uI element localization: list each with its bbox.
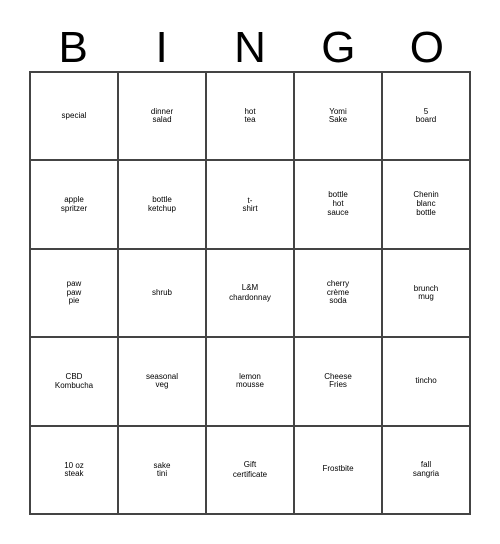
bingo-cell-label: fall sangria [412, 460, 440, 478]
bingo-cell[interactable]: CBD Kombucha [31, 338, 119, 427]
bingo-cell[interactable]: Chenin blanc bottle [383, 161, 471, 250]
bingo-cell-label: dinner salad [150, 106, 174, 125]
bingo-cell[interactable]: L&M chardonnay [207, 249, 295, 339]
bingo-cell[interactable]: seasonal veg [119, 338, 207, 427]
bingo-cell[interactable]: bottle hot sauce [295, 161, 383, 250]
bingo-card: B I N G O special dinner salad hot tea Yomi… [0, 0, 500, 544]
bingo-cell[interactable]: paw paw pie [31, 249, 119, 339]
bingo-cell-label: Chenin blanc bottle [413, 190, 439, 217]
bingo-cell-label: CBD Kombucha [54, 371, 94, 391]
bingo-cell-label: hot tea [244, 107, 256, 125]
bingo-cell[interactable]: 5 board [383, 73, 471, 162]
bingo-grid: special dinner salad hot tea Yomi Sake 5 boa… [29, 71, 471, 515]
bingo-cell[interactable]: t- shirt [207, 161, 295, 250]
bingo-cell[interactable]: apple spritzer [31, 161, 119, 250]
bingo-cell-label: brunch mug [413, 283, 439, 301]
bingo-cell-label: bottle ketchup [147, 194, 177, 213]
bingo-cell-label: 10 oz steak [64, 460, 84, 478]
header-letter-g: G [321, 23, 356, 72]
bingo-cell-label: cherry crème soda [326, 278, 350, 306]
bingo-cell[interactable]: dinner salad [119, 73, 207, 162]
bingo-cell[interactable]: Frostbite [295, 426, 383, 515]
bingo-cell[interactable]: Yomi Sake [295, 73, 383, 162]
bingo-cell[interactable]: brunch mug [383, 249, 471, 339]
bingo-cell-label: t- shirt [242, 195, 258, 213]
header-letter-b: B [58, 23, 88, 72]
bingo-cell-label: Cheese Fries [324, 371, 352, 390]
bingo-cell[interactable]: hot tea [207, 73, 295, 162]
bingo-cell[interactable]: cherry crème soda [295, 249, 383, 339]
bingo-cell[interactable]: special [31, 73, 119, 162]
bingo-cell-label: 5 board [415, 107, 437, 125]
bingo-cell[interactable]: fall sangria [383, 426, 471, 515]
bingo-cell-label: apple spritzer [60, 194, 88, 213]
bingo-cell[interactable]: 10 oz steak [31, 426, 119, 515]
bingo-cell[interactable]: Cheese Fries [295, 338, 383, 427]
bingo-cell-label: special [61, 110, 87, 120]
bingo-cell[interactable]: shrub [119, 249, 207, 339]
bingo-cell-label: seasonal veg [145, 371, 179, 390]
bingo-cell-label: Frostbite [322, 464, 354, 474]
bingo-cell[interactable]: sake tini [119, 426, 207, 515]
bingo-cell-label: tincho [415, 376, 437, 386]
bingo-cell[interactable]: tincho [383, 338, 471, 427]
header-letter-i: I [155, 23, 168, 72]
bingo-cell-label: sake tini [153, 460, 171, 478]
bingo-cell[interactable]: Gift certificate [207, 426, 295, 515]
bingo-cell-label: Yomi Sake [328, 107, 348, 125]
bingo-cell-label: Gift certificate [232, 460, 268, 479]
header-letter-n: N [234, 23, 266, 72]
bingo-cell[interactable]: bottle ketchup [119, 161, 207, 250]
bingo-cell-label: shrub [151, 287, 172, 297]
bingo-cell-label: bottle hot sauce [327, 190, 349, 217]
bingo-cell[interactable]: lemon mousse [207, 338, 295, 427]
bingo-cell-label: lemon mousse [235, 371, 264, 390]
bingo-header-letters: B I N G O [29, 17, 471, 71]
bingo-cell-label: paw paw pie [66, 278, 82, 306]
bingo-cell-label: L&M chardonnay [229, 283, 271, 302]
header-letter-o: O [409, 23, 444, 72]
